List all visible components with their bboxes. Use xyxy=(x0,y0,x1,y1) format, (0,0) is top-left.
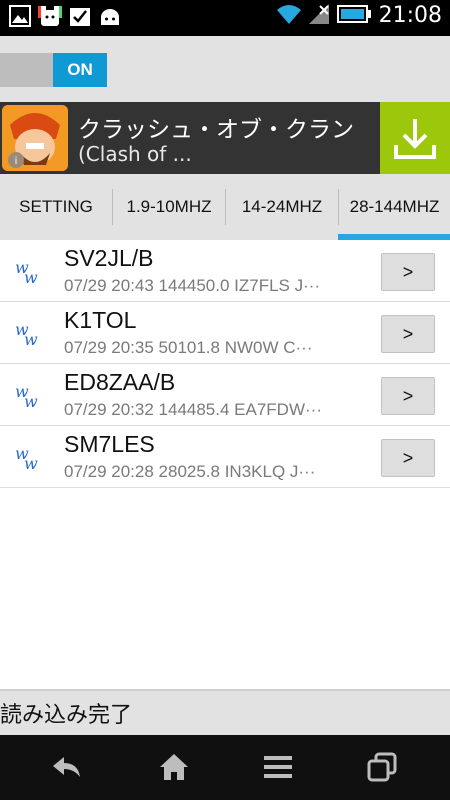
battery-icon xyxy=(336,4,371,27)
tab-1-9-10mhz[interactable]: 1.9-10MHZ xyxy=(113,174,225,240)
callsign: K1TOL xyxy=(64,307,137,333)
list-item[interactable]: ww K1TOL 07/29 20:35 50101.8 NW0W C··· > xyxy=(0,302,450,364)
band-tabs: SETTING 1.9-10MHZ 14-24MHZ 28-144MHZ xyxy=(0,174,450,240)
svg-text:w: w xyxy=(24,330,38,347)
dog-notification-icon xyxy=(38,4,62,28)
tab-28-144mhz[interactable]: 28-144MHZ xyxy=(339,174,450,240)
svg-text:w: w xyxy=(24,454,38,471)
home-button[interactable] xyxy=(152,747,196,787)
wifi-icon xyxy=(276,4,301,28)
home-icon xyxy=(160,754,188,780)
image-notification-icon xyxy=(8,4,32,28)
spot-detail: 07/29 20:43 144450.0 IZ7FLS J··· xyxy=(64,276,321,295)
android-notification-icon xyxy=(98,4,122,28)
ww-logo-icon: ww xyxy=(15,320,38,347)
svg-text:w: w xyxy=(24,392,38,409)
ad-subtitle: (Clash of ... xyxy=(78,142,192,166)
back-icon xyxy=(53,757,80,777)
svg-text:i: i xyxy=(15,156,18,167)
toggle-on-label: ON xyxy=(53,53,107,87)
load-status-text: 読み込み完了 xyxy=(0,703,133,728)
list-item[interactable]: ww SM7LES 07/29 20:28 28025.8 IN3KLQ J··… xyxy=(0,426,450,488)
tab-14-24mhz[interactable]: 14-24MHZ xyxy=(226,174,338,240)
svg-text:w: w xyxy=(24,268,38,285)
navigation-bar xyxy=(0,735,450,800)
check-notification-icon xyxy=(68,4,92,28)
recent-apps-button[interactable] xyxy=(360,747,404,787)
spot-list: ww SV2JL/B 07/29 20:43 144450.0 IZ7FLS J… xyxy=(0,240,450,488)
open-spot-button[interactable]: > xyxy=(381,377,435,415)
status-bar: 21:08 xyxy=(0,0,450,36)
callsign: SV2JL/B xyxy=(64,245,154,271)
list-item[interactable]: ww ED8ZAA/B 07/29 20:32 144485.4 EA7FDW·… xyxy=(0,364,450,426)
menu-button[interactable] xyxy=(256,747,300,787)
menu-icon xyxy=(264,756,292,778)
tab-setting[interactable]: SETTING xyxy=(0,174,112,240)
signal-icon xyxy=(308,3,329,28)
ad-banner[interactable]: i クラッシュ・オブ・クラン (Clash of ... xyxy=(0,102,450,174)
download-icon xyxy=(394,119,436,159)
callsign: ED8ZAA/B xyxy=(64,369,176,395)
spot-detail: 07/29 20:32 144485.4 EA7FDW··· xyxy=(64,400,322,419)
toggle-area: ON xyxy=(0,36,450,102)
open-spot-button[interactable]: > xyxy=(381,253,435,291)
ww-logo-icon: ww xyxy=(15,258,38,285)
clock: 21:08 xyxy=(378,3,442,28)
callsign: SM7LES xyxy=(64,431,155,457)
download-button[interactable] xyxy=(380,102,450,174)
load-status-bar: 読み込み完了 xyxy=(0,689,450,735)
app-icon: i xyxy=(2,105,68,171)
spot-detail: 07/29 20:28 28025.8 IN3KLQ J··· xyxy=(64,462,316,481)
back-button[interactable] xyxy=(45,747,89,787)
spot-detail: 07/29 20:35 50101.8 NW0W C··· xyxy=(64,338,313,357)
on-off-toggle[interactable]: ON xyxy=(0,53,107,87)
ww-logo-icon: ww xyxy=(15,382,38,409)
list-item[interactable]: ww SV2JL/B 07/29 20:43 144450.0 IZ7FLS J… xyxy=(0,240,450,302)
open-spot-button[interactable]: > xyxy=(381,439,435,477)
open-spot-button[interactable]: > xyxy=(381,315,435,353)
ad-title: クラッシュ・オブ・クラン xyxy=(78,117,354,143)
recent-apps-icon xyxy=(367,752,397,782)
ww-logo-icon: ww xyxy=(15,444,38,471)
